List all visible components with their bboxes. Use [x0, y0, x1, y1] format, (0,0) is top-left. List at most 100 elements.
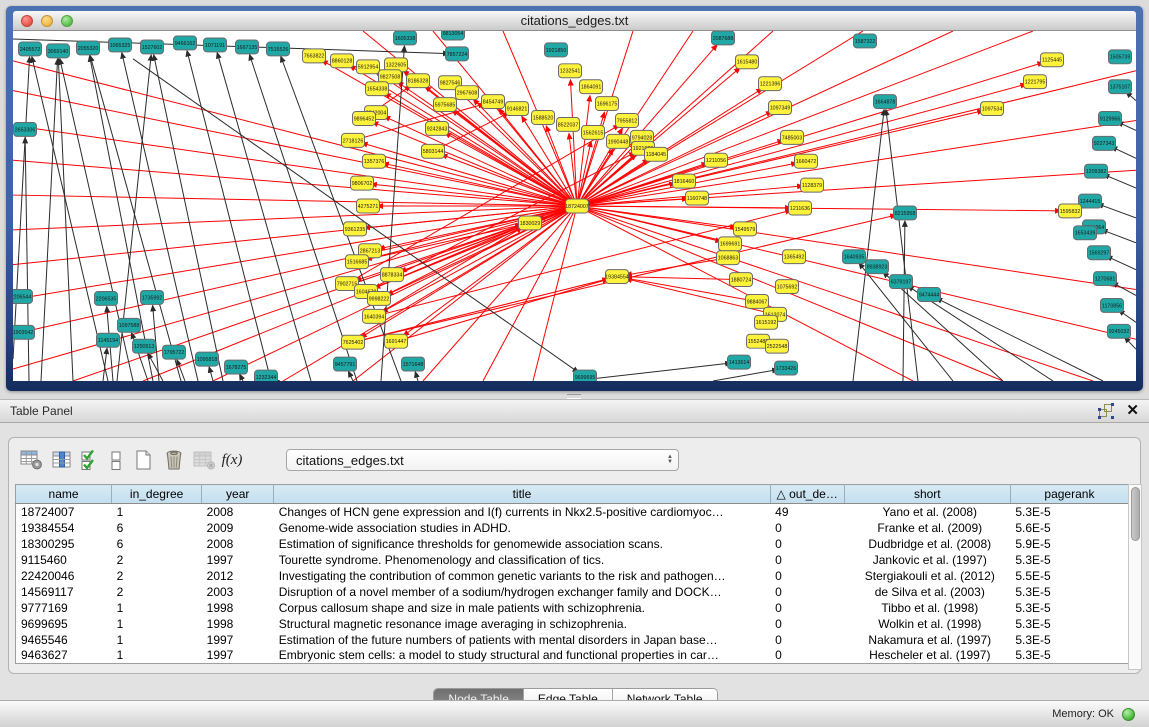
network-node[interactable]: 7955812	[616, 114, 639, 128]
network-node[interactable]: 1211636	[789, 201, 812, 215]
new-column-button[interactable]	[129, 446, 159, 474]
network-canvas[interactable]: 2405572306914020553201065325152760294661…	[13, 31, 1136, 381]
network-node[interactable]: 2055320	[77, 41, 100, 55]
table-row[interactable]: 2242004622012Investigating the contribut…	[16, 568, 1129, 584]
network-window-titlebar[interactable]: citations_edges.txt	[13, 11, 1136, 31]
column-header-out-de-[interactable]: △ out_de…	[770, 485, 844, 504]
network-node[interactable]: 9806702	[351, 176, 374, 190]
table-row[interactable]: 1456911722003Disruption of a novel membe…	[16, 584, 1129, 600]
network-node[interactable]: 1990448	[607, 134, 630, 148]
network-node[interactable]: 1075692	[776, 280, 799, 294]
network-node[interactable]: 1232344	[255, 370, 278, 381]
network-node[interactable]: 1184045	[645, 147, 668, 161]
network-node[interactable]: 2206544	[13, 290, 33, 304]
network-node[interactable]: 1733426	[775, 361, 798, 375]
network-node[interactable]: 9146821	[506, 102, 529, 116]
network-node[interactable]: 9896452	[353, 112, 376, 126]
table-row[interactable]: 969969511998Structural magnetic resonanc…	[16, 616, 1129, 632]
network-node[interactable]: 8522037	[557, 118, 580, 132]
network-node[interactable]: 1588520	[532, 111, 555, 125]
network-node[interactable]: 1903542	[13, 325, 35, 339]
network-node[interactable]: 1816460	[673, 174, 696, 188]
network-node[interactable]: 1571648	[402, 357, 425, 371]
network-node[interactable]: 1365492	[783, 250, 806, 264]
network-node[interactable]: 9998222	[368, 292, 391, 306]
network-node[interactable]: 1615192	[755, 315, 778, 329]
show-columns-button[interactable]	[47, 446, 77, 474]
network-node[interactable]: 1071191	[204, 38, 227, 52]
network-node[interactable]: 1270681	[1094, 272, 1117, 286]
network-node[interactable]: 2967608	[456, 86, 479, 100]
network-node[interactable]: 2405572	[19, 42, 42, 56]
network-node[interactable]: 9242843	[426, 121, 449, 135]
network-node[interactable]: 2206535	[95, 292, 118, 306]
network-node[interactable]: 1735992	[141, 291, 164, 305]
network-node[interactable]: 9466162	[174, 36, 197, 50]
network-node[interactable]: 9884067	[746, 294, 769, 308]
column-header-short[interactable]: short	[844, 485, 1010, 504]
network-node[interactable]: 8186328	[407, 74, 430, 88]
network-node[interactable]: 7663822	[303, 49, 326, 63]
network-node[interactable]: 1678275	[225, 360, 248, 374]
column-header-title[interactable]: title	[274, 485, 770, 504]
network-node[interactable]: 1699691	[719, 237, 742, 251]
network-node[interactable]: 1664878	[874, 95, 897, 109]
network-node[interactable]: 8860128	[331, 54, 354, 68]
network-window[interactable]: citations_edges.txt 24055723069140205532…	[6, 6, 1143, 391]
network-node[interactable]: 9474444	[918, 288, 941, 302]
select-all-icon-button[interactable]	[77, 446, 103, 474]
network-node[interactable]: 6379197	[890, 275, 913, 289]
network-node[interactable]: 1095818	[196, 352, 219, 366]
column-header-year[interactable]: year	[202, 485, 274, 504]
network-node[interactable]: 5912954	[357, 60, 380, 74]
network-node[interactable]: 1654338	[366, 82, 389, 96]
network-node[interactable]: 1653439	[1074, 226, 1097, 240]
table-row[interactable]: 911546021997Tourette syndrome. Phenomeno…	[16, 552, 1129, 568]
network-node[interactable]: 1505739	[1109, 50, 1132, 64]
network-node[interactable]: 1065325	[109, 38, 132, 52]
network-node[interactable]: 1375107	[1109, 80, 1132, 94]
network-node[interactable]: 7485003	[781, 130, 804, 144]
table-select-dropdown[interactable]: citations_edges.txt ▲▼	[286, 449, 679, 471]
network-node[interactable]: 1221396	[759, 77, 782, 91]
network-node[interactable]: 1696175	[596, 97, 619, 111]
network-node[interactable]: 1128379	[801, 178, 824, 192]
network-node[interactable]: 1880724	[730, 273, 753, 287]
network-node[interactable]: 9699695	[574, 370, 597, 381]
table-row[interactable]: 977716911998Corpus callosum shape and si…	[16, 600, 1129, 616]
network-node[interactable]: 8215958	[894, 206, 917, 220]
network-node[interactable]: 1244415	[1079, 194, 1102, 208]
network-node[interactable]: 9227343	[1093, 136, 1116, 150]
network-node[interactable]: 1125445	[1041, 53, 1064, 67]
network-node[interactable]: 1145194	[97, 333, 120, 347]
network-node[interactable]: 8938923	[866, 260, 889, 274]
network-node[interactable]: 5803144	[422, 144, 445, 158]
citation-network-graph[interactable]: 2405572306914020553201065325152760294661…	[13, 31, 1136, 381]
network-node[interactable]: 9245032	[1108, 324, 1131, 338]
delete-columns-button[interactable]	[159, 446, 189, 474]
network-node[interactable]: 1660472	[795, 154, 818, 168]
network-node[interactable]: 1587322	[854, 34, 877, 48]
network-node-hub[interactable]: 18724007	[565, 199, 589, 213]
network-node[interactable]: 2718126	[342, 133, 365, 147]
network-node[interactable]: 1615480	[736, 55, 759, 69]
network-node[interactable]: 7857224	[446, 47, 469, 61]
network-node[interactable]: 1921850	[545, 43, 568, 57]
network-node[interactable]: 1830029	[519, 216, 542, 230]
network-node[interactable]: 8878334	[381, 268, 404, 282]
network-node[interactable]: 1527602	[141, 40, 164, 54]
network-node[interactable]: 1595832	[1059, 204, 1082, 218]
network-node[interactable]: 1097588	[118, 318, 141, 332]
float-panel-icon[interactable]	[1098, 403, 1114, 419]
network-node[interactable]: 1097534	[981, 102, 1004, 116]
network-node[interactable]: 1357376	[363, 154, 386, 168]
table-settings-button[interactable]	[17, 446, 47, 474]
network-node[interactable]: 9361235	[344, 222, 367, 236]
network-node[interactable]: 1068863	[717, 251, 740, 265]
network-node[interactable]: 1549579	[734, 222, 757, 236]
close-panel-icon[interactable]: ✕	[1126, 403, 1139, 419]
network-node[interactable]: 1562615	[582, 125, 605, 139]
network-node[interactable]: 1232541	[559, 64, 582, 78]
network-node[interactable]: 1516685	[346, 255, 369, 269]
network-node[interactable]: 2653306	[14, 122, 37, 136]
